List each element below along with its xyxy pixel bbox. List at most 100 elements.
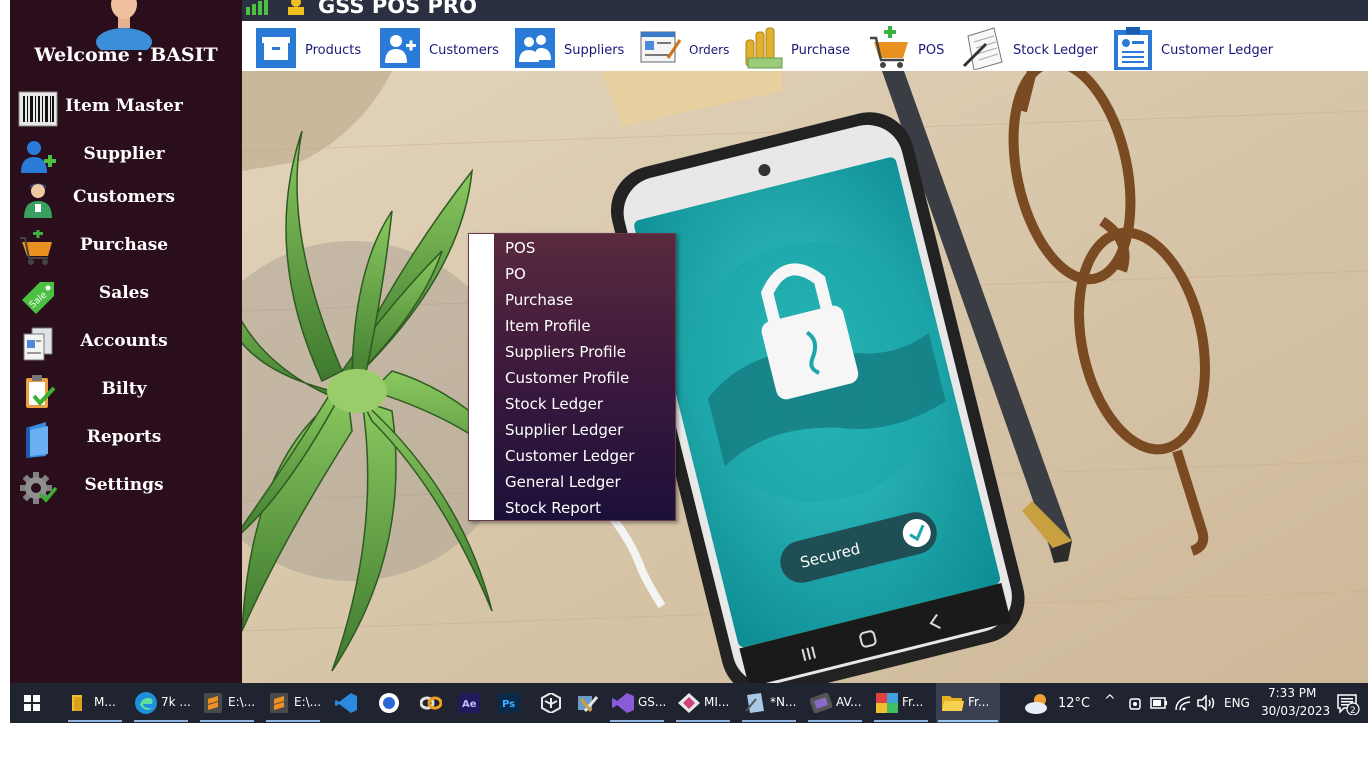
battery-icon[interactable] [1150,697,1168,709]
orders-icon [640,31,682,63]
toolbar-label: Customers [429,43,499,58]
notification-icon[interactable]: 2 [1336,693,1360,715]
sidebar-item-label: Accounts [80,331,168,351]
image-icon [876,693,898,713]
toolbar-products-button[interactable]: Products [254,21,364,71]
toolbar-label: Products [305,43,362,58]
active-indicator [134,720,188,722]
toolbar-label: POS [918,43,945,58]
taskbar-app-after-effects[interactable]: Ae [454,683,488,723]
notepad-icon [962,27,1003,70]
gear-icon [20,472,58,504]
sidebar-item-bilty[interactable]: Bilty [10,370,242,414]
windows-icon [24,695,40,711]
taskbar-app-vscode[interactable] [330,683,364,723]
menu-item-stock-ledger[interactable]: Stock Ledger [505,392,673,416]
sidebar-item-label: Item Master [65,96,183,116]
folder-open-icon [942,696,964,711]
suppliers-icon [515,28,555,68]
notepad-icon [745,693,764,713]
active-indicator [266,720,320,722]
volume-icon[interactable] [1196,695,1216,711]
box-icon [256,28,296,68]
taskbar: M... 7k ... E:\... E:\... Ae Ps GS... MI… [10,683,1368,723]
taskbar-app-label: E:\... [228,695,256,709]
link-icon [420,696,442,710]
active-indicator [808,720,862,722]
taskbar-app-photoshop[interactable]: Ps [494,683,528,723]
chevron-up-icon[interactable]: ^ [1104,693,1116,709]
photoshop-icon: Ps [498,693,520,713]
toolbar-label: Stock Ledger [1013,43,1098,58]
taskbar-app-label: GS... [638,695,667,709]
toolbar-suppliers-button[interactable]: Suppliers [513,21,628,71]
wifi-icon[interactable] [1174,695,1192,711]
sidebar-item-reports[interactable]: Reports [10,418,242,462]
svg-text:Ps: Ps [502,699,515,710]
taskbar-app-sublime-1[interactable]: E:\... [198,683,256,723]
taskbar-app-edge[interactable]: 7k ... [132,683,191,723]
documents-icon [23,327,53,361]
menu-item-general-ledger[interactable]: General Ledger [505,470,673,494]
menu-item-suppliers-profile[interactable]: Suppliers Profile [505,340,673,364]
taskbar-app-visual-studio[interactable]: GS... [608,683,666,723]
toolbar-customer-ledger-button[interactable]: Customer Ledger [1112,21,1273,71]
taskbar-app-notepad[interactable]: *N... [740,683,798,723]
sidebar: Welcome : BASIT Item Master Supplier Cus… [10,0,242,683]
toolbar-purchase-button[interactable]: Purchase [742,21,852,71]
menu-item-customer-ledger[interactable]: Customer Ledger [505,444,673,468]
sidebar-item-item-master[interactable]: Item Master [10,87,242,131]
active-indicator [742,720,796,722]
sidebar-item-label: Reports [86,427,162,447]
taskbar-app-sublime-2[interactable]: E:\... [264,683,322,723]
taskbar-app-file-explorer[interactable]: M... [66,683,124,723]
toolbar-customers-button[interactable]: Customers [378,21,499,71]
taskbar-app-unity[interactable] [534,683,568,723]
menu-item-customer-profile[interactable]: Customer Profile [505,366,673,390]
vscode-icon [335,693,357,713]
sidebar-item-customers[interactable]: Customers [10,178,242,222]
toolbar-pos-button[interactable]: POS [868,21,948,71]
weather-icon[interactable] [1024,691,1052,715]
taskbar-app-link[interactable] [414,683,448,723]
edge-icon [135,692,157,714]
sidebar-item-accounts[interactable]: Accounts [10,322,242,366]
taskbar-app-image[interactable]: Fr... [872,683,930,723]
menu-item-pos[interactable]: POS [505,236,673,260]
menu-item-supplier-ledger[interactable]: Supplier Ledger [505,418,673,442]
add-user-icon [21,141,56,173]
taskbar-app-video[interactable]: AV... [806,683,864,723]
language-indicator[interactable]: ENG [1224,696,1250,710]
toolbar-orders-button[interactable]: Orders [638,21,729,71]
sidebar-item-purchase[interactable]: Purchase [10,226,242,270]
clock-time[interactable]: 7:33 PM [1268,686,1316,700]
file-explorer-icon [72,695,82,711]
camera-icon[interactable] [1128,695,1142,711]
toolbar-stock-ledger-button[interactable]: Stock Ledger [960,21,1100,71]
toolbar-label: Purchase [791,43,851,58]
taskbar-app-active-folder[interactable]: Fr... [936,683,1000,723]
menu-item-item-profile[interactable]: Item Profile [505,314,673,338]
start-button[interactable] [16,683,50,723]
cart-icon [870,26,908,68]
taskbar-app-tools[interactable] [572,683,606,723]
clock-date[interactable]: 30/03/2023 [1261,704,1330,718]
cart-add-icon [20,230,52,265]
menu-item-stock-report[interactable]: Stock Report [505,496,673,520]
sublime-icon [204,693,222,713]
sidebar-item-sales[interactable]: Sale Sales [10,274,242,318]
sidebar-item-settings[interactable]: Settings [10,466,242,510]
taskbar-app-generic[interactable] [372,683,406,723]
menu-item-purchase[interactable]: Purchase [505,288,673,312]
taskbar-app-diamond[interactable]: MI... [674,683,732,723]
menu-item-po[interactable]: PO [505,262,673,286]
taskbar-app-label: 7k ... [161,695,191,709]
weather-temperature[interactable]: 12°C [1058,696,1090,711]
sidebar-item-supplier[interactable]: Supplier [10,135,242,179]
active-indicator [676,720,730,722]
add-customer-icon [380,28,420,68]
user-avatar-icon [96,0,152,50]
taskbar-app-label: E:\... [294,695,322,709]
sidebar-item-label: Supplier [83,144,165,164]
app-title: GSS POS PRO [318,0,477,18]
